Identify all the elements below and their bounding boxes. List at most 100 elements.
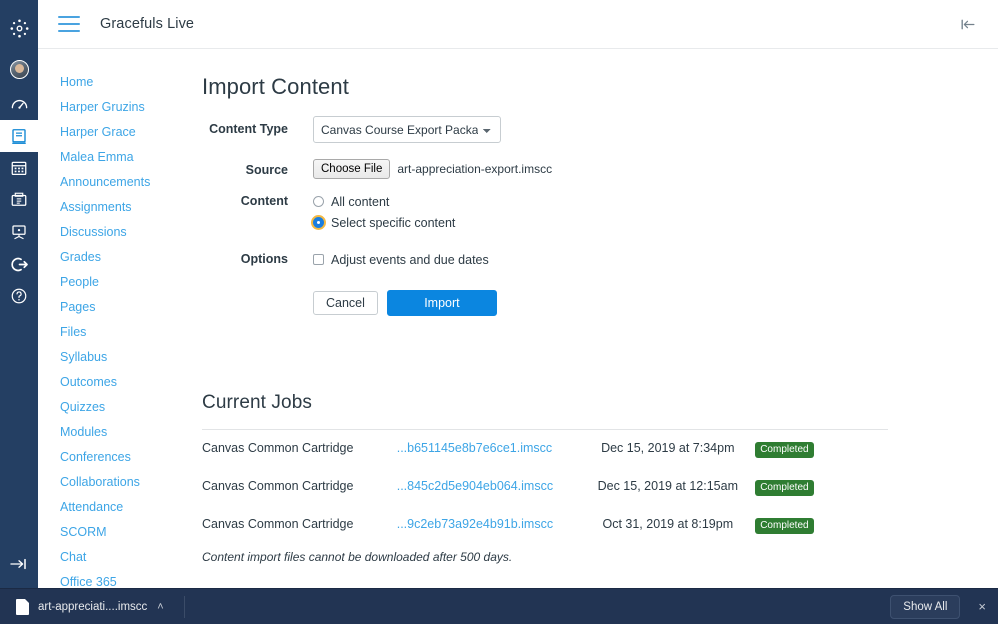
course-title: Gracefuls Live — [100, 16, 195, 32]
actions-spacer — [188, 286, 300, 292]
current-jobs-table: Canvas Common Cartridge ...b651145e8b7e6c… — [202, 428, 888, 544]
current-jobs-title: Current Jobs — [202, 392, 312, 413]
adjust-dates-checkbox[interactable] — [313, 254, 324, 265]
account-avatar[interactable] — [0, 50, 38, 88]
sidebar-item-attendance[interactable]: Attendance — [38, 495, 188, 520]
sidebar-item-collaborations[interactable]: Collaborations — [38, 470, 188, 495]
job-date: Dec 15, 2019 at 7:34pm — [601, 440, 735, 455]
download-bar-divider — [183, 595, 185, 618]
job-type: Canvas Common Cartridge — [202, 516, 354, 531]
source-label: Source — [245, 163, 288, 177]
sidebar-item-announcements[interactable]: Announcements — [38, 170, 188, 195]
jobs-table-body: Canvas Common Cartridge ...b651145e8b7e6c… — [202, 429, 888, 544]
show-all-downloads-button[interactable]: Show All — [890, 594, 961, 619]
sidebar-item-conferences[interactable]: Conferences — [38, 445, 188, 470]
table-row: Canvas Common Cartridge ...845c2d5e904eb0… — [202, 468, 888, 506]
content-row: Content All content Select specific cont… — [188, 193, 998, 235]
sidebar-item-home[interactable]: Home — [38, 70, 188, 95]
download-bar-actions: Show All × — [890, 594, 990, 619]
job-date: Dec 15, 2019 at 12:15am — [597, 478, 738, 493]
sidebar-item-harper-gruzins[interactable]: Harper Gruzins — [38, 95, 188, 120]
job-date: Oct 31, 2019 at 8:19pm — [602, 516, 734, 531]
job-file-link[interactable]: ...845c2d5e904eb064.imscc — [397, 479, 553, 493]
import-button[interactable]: Import — [386, 290, 497, 316]
sidebar-item-courses[interactable] — [0, 120, 38, 152]
job-file-cell: ...b651145e8b7e6ce1.imscc — [397, 429, 581, 468]
status-badge: Completed — [755, 517, 814, 534]
job-status-cell: Completed — [755, 468, 888, 506]
radio-all-content-input[interactable] — [313, 196, 324, 207]
job-file-link[interactable]: ...9c2eb73a92e4b91b.imscc — [397, 517, 553, 531]
download-item[interactable]: art-appreciati....imscc ˄ — [10, 594, 170, 620]
table-row: Canvas Common Cartridge ...b651145e8b7e6c… — [202, 429, 888, 468]
job-file-cell: ...845c2d5e904eb064.imscc — [397, 468, 581, 506]
file-icon — [16, 598, 29, 615]
adjust-dates-label: Adjust events and due dates — [331, 252, 489, 267]
options-field: Adjust events and due dates — [300, 251, 998, 272]
sidebar-item-outcomes[interactable]: Outcomes — [38, 370, 188, 395]
sidebar-item-modules[interactable]: Modules — [38, 420, 188, 445]
sidebar-item-pages[interactable]: Pages — [38, 295, 188, 320]
hamburger-line — [58, 30, 80, 32]
inbox-icon[interactable] — [0, 184, 38, 216]
chevron-up-icon[interactable]: ˄ — [157, 601, 163, 613]
avatar-image — [9, 59, 29, 79]
table-row: Canvas Common Cartridge ...9c2eb73a92e4b9… — [202, 506, 888, 544]
browser-viewport: Gracefuls Live Home Harper Gruzins Harper … — [0, 0, 998, 624]
global-navigation-rail — [0, 0, 38, 588]
source-row: Source Choose File art-appreciation-expo… — [188, 157, 998, 179]
button-row: Cancel Import — [313, 286, 998, 316]
sidebar-item-people[interactable]: People — [38, 270, 188, 295]
hamburger-line — [58, 16, 80, 18]
sidebar-item-assignments[interactable]: Assignments — [38, 195, 188, 220]
content-type-select[interactable]: Canvas Course Export Package — [313, 116, 501, 143]
sidebar-item-scorm[interactable]: SCORM — [38, 520, 188, 545]
global-nav-collapse-icon[interactable] — [0, 544, 38, 584]
radio-select-specific-content[interactable]: Select specific content — [313, 214, 998, 231]
job-file-link[interactable]: ...b651145e8b7e6ce1.imscc — [397, 441, 552, 455]
hamburger-menu-icon[interactable] — [58, 16, 80, 32]
studio-icon[interactable] — [0, 216, 38, 248]
import-content-form: Content Type Canvas Course Export Packag… — [188, 116, 998, 316]
collapse-panel-icon[interactable] — [959, 17, 976, 32]
course-header-bar: Gracefuls Live — [38, 0, 998, 49]
sidebar-item-grades[interactable]: Grades — [38, 245, 188, 270]
course-navigation: Home Harper Gruzins Harper Grace Malea Emma… — [38, 50, 188, 589]
radio-select-specific-content-label: Select specific content — [331, 215, 456, 230]
sidebar-item-files[interactable]: Files — [38, 320, 188, 345]
hamburger-line — [58, 23, 80, 25]
content-type-row: Content Type Canvas Course Export Packag… — [188, 116, 998, 143]
sidebar-item-harper-grace[interactable]: Harper Grace — [38, 120, 188, 145]
cancel-button[interactable]: Cancel — [313, 291, 378, 315]
jobs-retention-note: Content import files cannot be downloade… — [202, 549, 513, 564]
calendar-icon[interactable] — [0, 152, 38, 184]
choose-file-button[interactable]: Choose File — [313, 159, 391, 179]
help-icon[interactable] — [0, 280, 38, 312]
close-download-bar-icon[interactable]: × — [974, 599, 990, 614]
adjust-dates-row[interactable]: Adjust events and due dates — [313, 251, 998, 268]
radio-select-specific-content-input[interactable] — [313, 217, 324, 228]
job-status-cell: Completed — [755, 506, 888, 544]
job-file-cell: ...9c2eb73a92e4b91b.imscc — [397, 506, 581, 544]
status-badge: Completed — [755, 441, 814, 458]
dashboard-icon[interactable] — [0, 88, 38, 120]
browser-download-bar: art-appreciati....imscc ˄ Show All × — [0, 588, 998, 624]
canvas-logo-icon[interactable] — [0, 6, 38, 50]
sidebar-item-chat[interactable]: Chat — [38, 545, 188, 570]
content-label: Content — [240, 194, 288, 208]
options-label: Options — [240, 252, 288, 266]
status-badge: Completed — [755, 479, 814, 496]
job-type: Canvas Common Cartridge — [202, 440, 354, 455]
main-content: Import Content Content Type Canvas Cours… — [188, 50, 998, 588]
options-row: Options Adjust events and due dates — [188, 251, 998, 272]
radio-all-content-label: All content — [331, 194, 390, 209]
logout-icon[interactable] — [0, 248, 38, 280]
sidebar-item-malea-emma[interactable]: Malea Emma — [38, 145, 188, 170]
sidebar-item-quizzes[interactable]: Quizzes — [38, 395, 188, 420]
content-type-label: Content Type — [209, 122, 288, 136]
selected-file-name: art-appreciation-export.imscc — [397, 162, 553, 176]
sidebar-item-discussions[interactable]: Discussions — [38, 220, 188, 245]
job-status-cell: Completed — [755, 429, 888, 468]
radio-all-content[interactable]: All content — [313, 193, 998, 210]
sidebar-item-syllabus[interactable]: Syllabus — [38, 345, 188, 370]
